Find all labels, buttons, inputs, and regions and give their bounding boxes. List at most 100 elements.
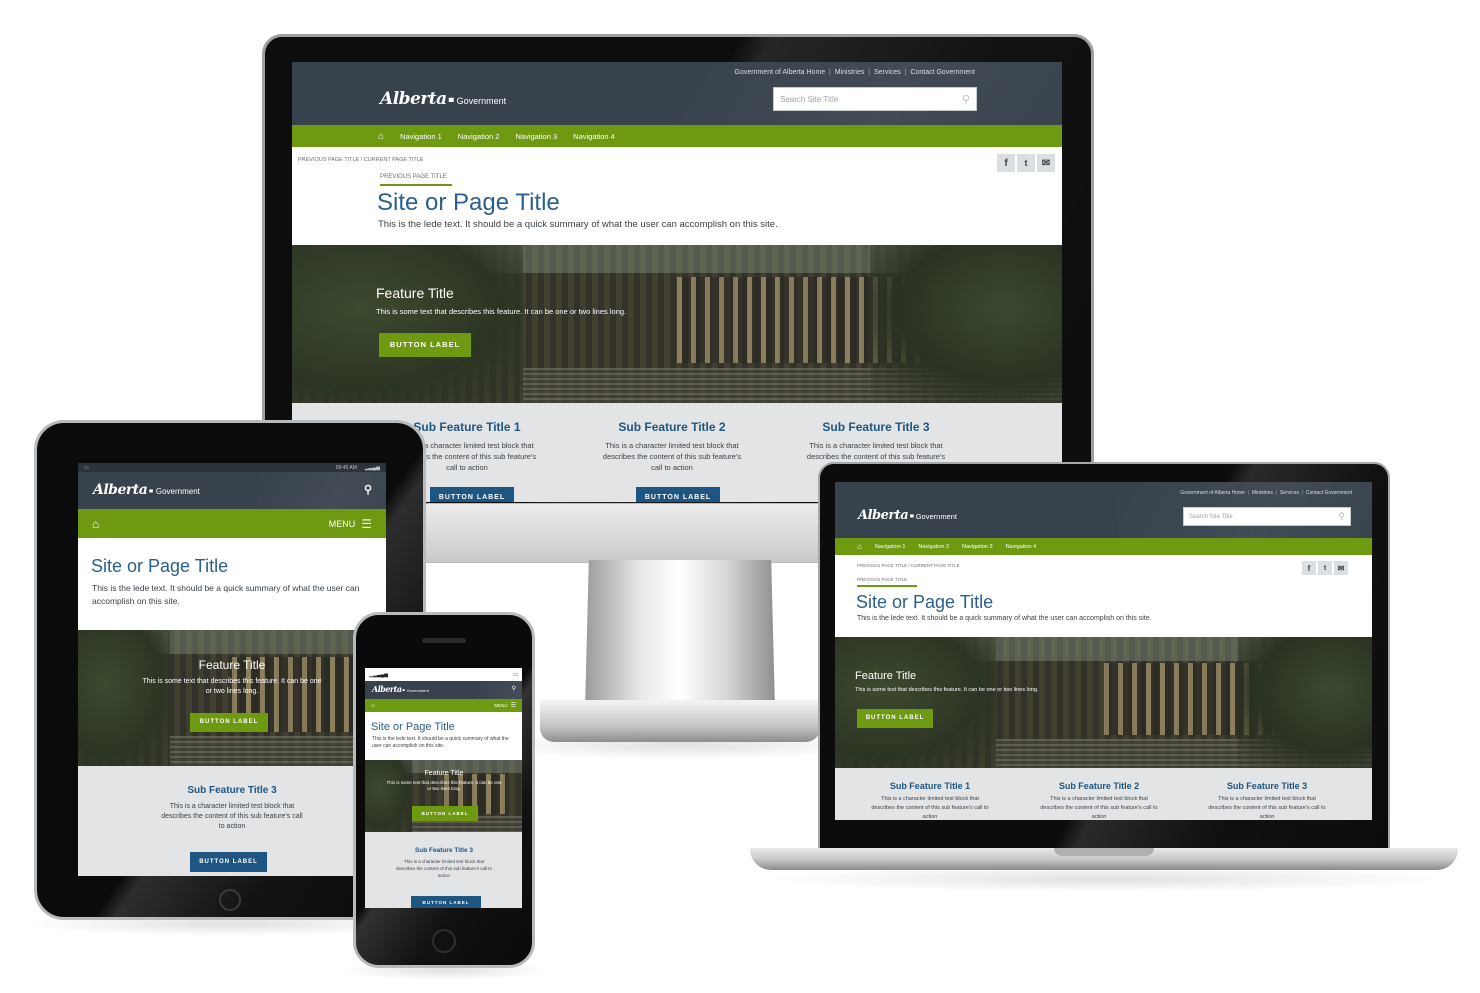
logo-script: Alberta	[93, 482, 148, 498]
site-header: Government of Alberta Home | Ministries …	[835, 482, 1372, 538]
utility-link[interactable]: Ministries	[1252, 490, 1273, 496]
logo-flag-icon: ▀	[448, 99, 454, 106]
site-logo[interactable]: Alberta ▀ Government	[372, 684, 429, 694]
previous-page-text: PREVIOUS PAGE TITLE	[380, 174, 447, 180]
status-time: 09:45 AM	[335, 464, 357, 471]
site-logo[interactable]: Alberta ▀ Government	[380, 89, 506, 109]
search-icon[interactable]: ⚲	[364, 483, 372, 496]
utility-link[interactable]: Contact Government	[910, 69, 975, 76]
title-underline	[857, 585, 917, 587]
breadcrumb: PREVIOUS PAGE TITLE / CURRENT PAGE TITLE	[298, 157, 423, 163]
feature-hero: Feature Title This is some text that des…	[78, 630, 386, 766]
page-title: Site or Page Title	[377, 189, 560, 216]
signal-icon: ▂▃▄▅	[364, 464, 380, 471]
search-icon[interactable]: ⚲	[1338, 511, 1345, 522]
nav-item-1[interactable]: Navigation 1	[400, 132, 442, 141]
utility-link[interactable]: Government of Alberta Home	[1180, 490, 1245, 496]
phone-speaker	[422, 638, 466, 643]
sub-feature-3-button[interactable]: BUTTON LABEL	[411, 896, 481, 908]
breadcrumb: PREVIOUS PAGE TITLE / CURRENT PAGE TITLE	[857, 563, 960, 568]
nav-item-3[interactable]: Navigation 3	[962, 544, 993, 550]
twitter-icon[interactable]: t	[1017, 154, 1035, 172]
feature-text: This is some text that describes this fe…	[376, 307, 627, 316]
sub-feature-title[interactable]: Sub Feature Title 3	[801, 420, 951, 434]
phone-screen: ▁▂▃▄▅ ▭ Alberta ▀ Government ⚲ ⌂ MENU ☰ …	[365, 668, 522, 908]
social-share: f t ✉	[997, 154, 1055, 172]
search-icon[interactable]: ⚲	[512, 685, 516, 692]
search-placeholder: Search Site Title	[780, 94, 839, 104]
sub-feature-title[interactable]: Sub Feature Title 3	[389, 847, 499, 854]
laptop-screen: Government of Alberta Home | Ministries …	[835, 482, 1372, 820]
site-header: Alberta ▀ Government ⚲	[78, 472, 386, 509]
home-icon[interactable]: ⌂	[378, 131, 384, 142]
page-title: Site or Page Title	[91, 556, 229, 576]
tablet-status-bar: ▭ 09:45 AM ▂▃▄▅	[78, 463, 386, 472]
feature-button[interactable]: BUTTON LABEL	[412, 806, 478, 821]
previous-page-label[interactable]: PREVIOUS PAGE TITLE	[380, 174, 452, 186]
breadcrumb-previous[interactable]: PREVIOUS PAGE TITLE	[857, 563, 907, 568]
home-icon[interactable]: ⌂	[857, 542, 862, 551]
sub-feature-title[interactable]: Sub Feature Title 1	[870, 781, 990, 791]
sub-feature-1-button[interactable]: BUTTON LABEL	[430, 487, 514, 502]
home-icon[interactable]: ⌂	[92, 517, 99, 531]
utility-link[interactable]: Services	[1280, 490, 1299, 496]
sub-feature-title[interactable]: Sub Feature Title 2	[597, 420, 747, 434]
home-icon[interactable]: ⌂	[371, 703, 375, 709]
hero-trees	[78, 630, 171, 766]
nav-item-4[interactable]: Navigation 4	[573, 132, 615, 141]
facebook-icon[interactable]: f	[1302, 561, 1316, 575]
sub-feature-3: Sub Feature Title 3 This is a character …	[152, 785, 312, 832]
utility-link[interactable]: Services	[874, 69, 901, 76]
utility-link[interactable]: Government of Alberta Home	[735, 69, 826, 76]
sub-feature-title[interactable]: Sub Feature Title 3	[1207, 781, 1327, 791]
nav-item-1[interactable]: Navigation 1	[875, 544, 906, 550]
facebook-icon[interactable]: f	[997, 154, 1015, 172]
sub-feature-title[interactable]: Sub Feature Title 3	[152, 785, 312, 796]
nav-item-2[interactable]: Navigation 2	[918, 544, 949, 550]
utility-link[interactable]: Contact Government	[1306, 490, 1352, 496]
logo-script: Alberta	[380, 89, 447, 109]
logo-flag-icon: ▀	[910, 515, 914, 521]
twitter-icon[interactable]: t	[1318, 561, 1332, 575]
feature-button[interactable]: BUTTON LABEL	[379, 333, 471, 357]
menu-label[interactable]: MENU	[329, 519, 356, 529]
sub-feature-title[interactable]: Sub Feature Title 2	[1039, 781, 1159, 791]
search-input[interactable]: Search Site Title ⚲	[773, 87, 977, 111]
battery-icon: ▭	[84, 464, 89, 471]
search-icon[interactable]: ⚲	[962, 93, 970, 106]
site-logo[interactable]: Alberta ▀ Government	[93, 482, 200, 498]
menu-icon[interactable]: ☰	[361, 517, 372, 531]
site-logo[interactable]: Alberta ▀ Government	[858, 508, 957, 523]
sub-feature-text: This is a character limited test block t…	[1208, 796, 1326, 820]
nav-item-3[interactable]: Navigation 3	[515, 132, 557, 141]
sub-feature-text: This is a character limited test block t…	[396, 859, 492, 878]
email-icon[interactable]: ✉	[1334, 561, 1348, 575]
hero-trees-right	[869, 245, 1062, 403]
nav-item-2[interactable]: Navigation 2	[458, 132, 500, 141]
previous-page-text: PREVIOUS PAGE TITLE	[857, 577, 908, 582]
phone-home-button	[432, 929, 456, 953]
utility-link[interactable]: Ministries	[835, 69, 865, 76]
sub-feature-2-button[interactable]: BUTTON LABEL	[636, 487, 720, 502]
search-input[interactable]: Search Site Title ⚲	[1183, 507, 1351, 526]
sub-feature-text: This is a character limited test block t…	[871, 796, 989, 820]
sub-feature-3: Sub Feature Title 3 This is a character …	[1207, 781, 1327, 820]
nav-item-4[interactable]: Navigation 4	[1006, 544, 1037, 550]
breadcrumb-current: CURRENT PAGE TITLE	[363, 157, 424, 163]
social-share: f t ✉	[1302, 561, 1348, 575]
logo-suffix: Government	[915, 512, 957, 521]
feature-hero: Feature Title This is some text that des…	[365, 760, 522, 832]
feature-text: This is some text that describes this fe…	[142, 678, 322, 695]
logo-suffix: Government	[456, 96, 507, 106]
sub-feature-3-button[interactable]: BUTTON LABEL	[190, 852, 267, 872]
menu-label[interactable]: MENU	[494, 703, 507, 708]
feature-button[interactable]: BUTTON LABEL	[857, 709, 933, 728]
breadcrumb-previous[interactable]: PREVIOUS PAGE TITLE	[298, 157, 359, 163]
sub-features: Sub Feature Title 3 This is a character …	[78, 766, 386, 876]
menu-icon[interactable]: ☰	[511, 702, 516, 709]
previous-page-label[interactable]: PREVIOUS PAGE TITLE	[857, 577, 917, 587]
feature-button[interactable]: BUTTON LABEL	[190, 713, 268, 732]
page-title: Site or Page Title	[371, 721, 455, 733]
email-icon[interactable]: ✉	[1037, 154, 1055, 172]
sub-feature-text: This is a character limited test block t…	[161, 803, 303, 830]
